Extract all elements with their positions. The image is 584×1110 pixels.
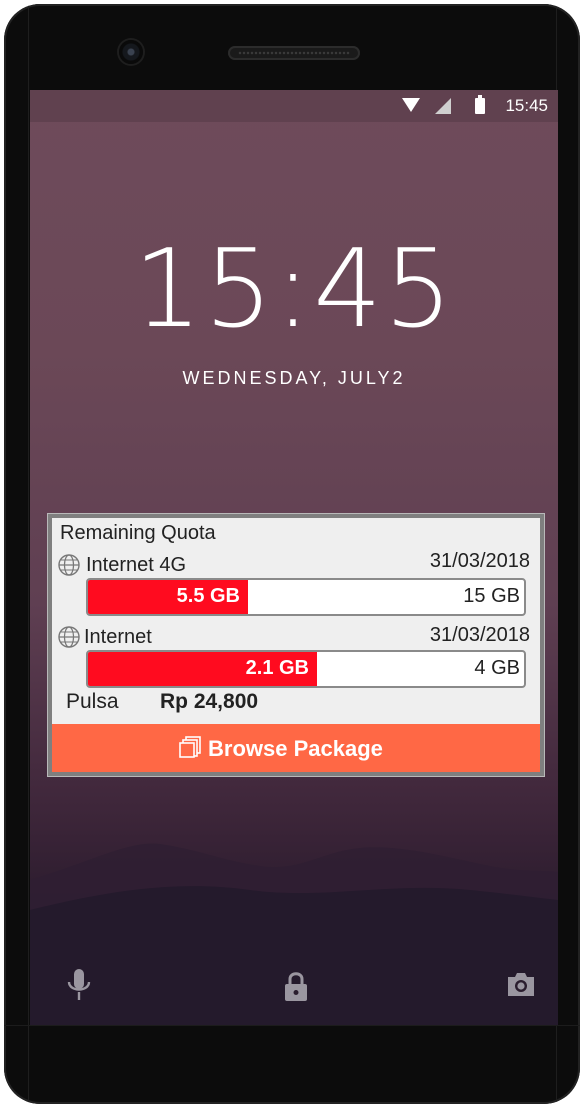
row-label-internet-4g: Internet 4G — [86, 554, 187, 576]
pulsa-label: Pulsa — [66, 690, 119, 713]
status-time: 15:45 — [505, 96, 548, 115]
quota-widget[interactable]: Remaining Quota Internet 4G 31/03/2018 5… — [48, 514, 544, 776]
quota-used: 2.1 GB — [245, 657, 309, 679]
row-date-internet: 31/03/2018 — [429, 624, 530, 646]
battery-icon — [475, 95, 485, 114]
widget-title: Remaining Quota — [60, 522, 216, 544]
quota-total: 4 GB — [474, 657, 520, 679]
lockscreen-clock: 15:45 — [133, 227, 455, 352]
lockscreen-shortcuts — [30, 968, 558, 1008]
bottom-bezel — [4, 1025, 580, 1026]
quota-total: 15 GB — [463, 585, 520, 607]
wifi-icon — [402, 98, 420, 112]
camera-icon[interactable] — [506, 970, 536, 998]
status-bar: 15:45 — [30, 90, 558, 122]
frame-edge-left — [28, 4, 29, 1104]
globe-icon — [58, 554, 80, 576]
quota-bar-internet: 2.1 GB 4 GB — [86, 650, 526, 688]
lock-screen: 15:45 15:45 WEDNESDAY, JULY2 Remaining Q… — [30, 90, 558, 1025]
lockscreen-date: WEDNESDAY, JULY2 — [182, 368, 406, 388]
lock-icon[interactable] — [284, 970, 308, 1002]
microphone-icon[interactable] — [66, 968, 92, 1002]
cell-signal-icon — [435, 98, 451, 114]
quota-bar-internet-4g: 5.5 GB 15 GB — [86, 578, 526, 616]
globe-icon — [58, 626, 80, 648]
row-date-internet-4g: 31/03/2018 — [429, 550, 530, 572]
front-camera-icon — [119, 40, 143, 64]
quota-used: 5.5 GB — [176, 585, 240, 607]
earpiece-speaker — [228, 46, 360, 60]
pulsa-value: Rp 24,800 — [160, 690, 259, 713]
row-label-internet: Internet — [84, 626, 152, 648]
phone-frame: 15:45 15:45 WEDNESDAY, JULY2 Remaining Q… — [4, 4, 580, 1104]
